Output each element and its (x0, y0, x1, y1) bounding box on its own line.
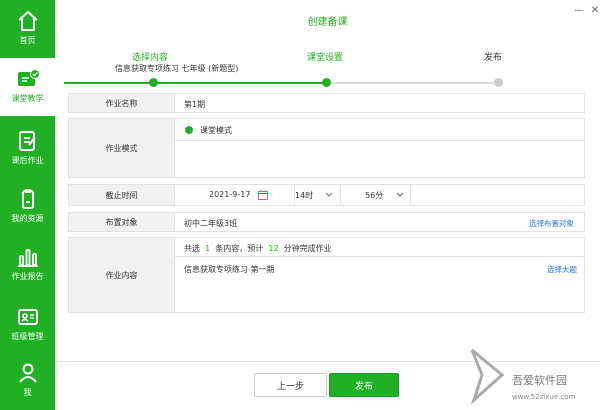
sidebar-item-classroom[interactable]: 课堂教学 (0, 58, 55, 116)
label-homework-mode: 作业模式 (69, 119, 175, 177)
sidebar-item-label: 课后作业 (11, 156, 44, 165)
watermark-text: 吾爱软件园 (512, 374, 567, 387)
step-label-publish: 发布 (484, 53, 503, 63)
footer-divider (55, 361, 600, 362)
date-value: 2021-9-17 (209, 190, 251, 199)
sidebar-item-class-management[interactable]: 班级管理 (0, 296, 55, 354)
sidebar-item-label: 作业报告 (11, 272, 44, 281)
divider (175, 256, 584, 257)
watermark-logo-icon (470, 348, 505, 405)
minute-value: 56分 (365, 191, 384, 200)
resource-icon (21, 189, 34, 209)
class-management-icon (17, 309, 38, 325)
sidebar-item-homework[interactable]: 课后作业 (0, 120, 55, 178)
step-dot-publish (494, 78, 503, 87)
minimize-icon[interactable]: — (572, 4, 586, 18)
step-dot-class-settings (322, 78, 331, 87)
content-summary: 共选 1 条内容，预计 12 分钟完成作业 (184, 243, 332, 254)
sidebar-item-me[interactable]: 我 (0, 352, 55, 410)
step-remaining-line (327, 82, 498, 84)
chevron-down-icon[interactable] (325, 192, 333, 198)
prev-step-button[interactable]: 上一步 (254, 373, 327, 397)
sidebar-item-report[interactable]: 作业报告 (0, 236, 55, 294)
home-icon (17, 11, 38, 31)
row-target: 布置对象 初中二年级3班 选择布置对象 (68, 212, 585, 232)
step-progress-line (64, 82, 327, 84)
content-item: 信息获取专项练习 第一期 (184, 265, 275, 274)
sidebar-item-label: 课堂教学 (11, 94, 44, 103)
label-content: 作业内容 (69, 238, 175, 312)
homework-icon (18, 131, 36, 151)
sidebar-item-home[interactable]: 首页 (0, 0, 55, 58)
target-value: 初中二年级3班 (184, 219, 238, 228)
radio-selected-icon[interactable] (185, 126, 193, 134)
title-bar: 创建备课 — ✕ (55, 0, 600, 40)
row-deadline: 截止时间 2021-9-17 14时 56分 (68, 184, 585, 206)
row-homework-name: 作业名称 第1期 (68, 93, 585, 113)
label-homework-name: 作业名称 (69, 94, 175, 112)
step-label-class-settings: 课堂设置 (307, 53, 344, 63)
sidebar-item-label: 班级管理 (11, 332, 44, 341)
select-question-link[interactable]: 选择大题 (547, 264, 577, 275)
chevron-down-icon[interactable] (396, 192, 404, 198)
user-icon (18, 363, 37, 383)
date-picker[interactable]: 2021-9-17 (175, 185, 295, 205)
sidebar-item-label: 我的资源 (11, 214, 44, 223)
publish-button[interactable]: 发布 (329, 373, 399, 397)
classroom-icon (17, 69, 40, 86)
row-homework-mode: 作业模式 课堂模式 (68, 118, 585, 178)
content-count: 1 (205, 244, 211, 253)
summary-mid: 条内容，预计 (215, 244, 264, 253)
mode-option-classroom[interactable]: 课堂模式 (200, 125, 232, 136)
close-icon[interactable]: ✕ (588, 4, 600, 18)
step-dot-select-content (149, 78, 158, 87)
report-icon (17, 249, 38, 267)
step-label-select-content: 选择内容 (132, 53, 169, 63)
row-content: 作业内容 共选 1 条内容，预计 12 分钟完成作业 信息获取专项练习 第一期 … (68, 237, 585, 313)
page-title: 创建备课 (307, 17, 348, 28)
calendar-icon[interactable] (258, 190, 268, 200)
label-deadline: 截止时间 (69, 185, 175, 205)
summary-prefix: 共选 (184, 244, 200, 253)
homework-name-value[interactable]: 第1期 (184, 99, 205, 110)
summary-suffix: 分钟完成作业 (283, 244, 332, 253)
watermark-url: www.52zixue.com (512, 393, 576, 401)
sidebar-item-label: 我 (23, 388, 32, 397)
content-minutes: 12 (268, 244, 279, 253)
step-sub-select-content: 信息获取专项练习 七年级 (新题型) (115, 64, 239, 73)
label-target: 布置对象 (69, 213, 175, 231)
select-target-link[interactable]: 选择布置对象 (529, 218, 574, 229)
sidebar-item-resource[interactable]: 我的资源 (0, 178, 55, 236)
sidebar-item-label: 首页 (19, 36, 36, 45)
sidebar: 首页 课堂教学 课后作业 我的资源 作业报告 班级管理 我 (0, 0, 55, 410)
divider (175, 140, 584, 141)
hour-value: 14时 (295, 191, 314, 200)
hour-select[interactable]: 14时 (295, 185, 341, 205)
